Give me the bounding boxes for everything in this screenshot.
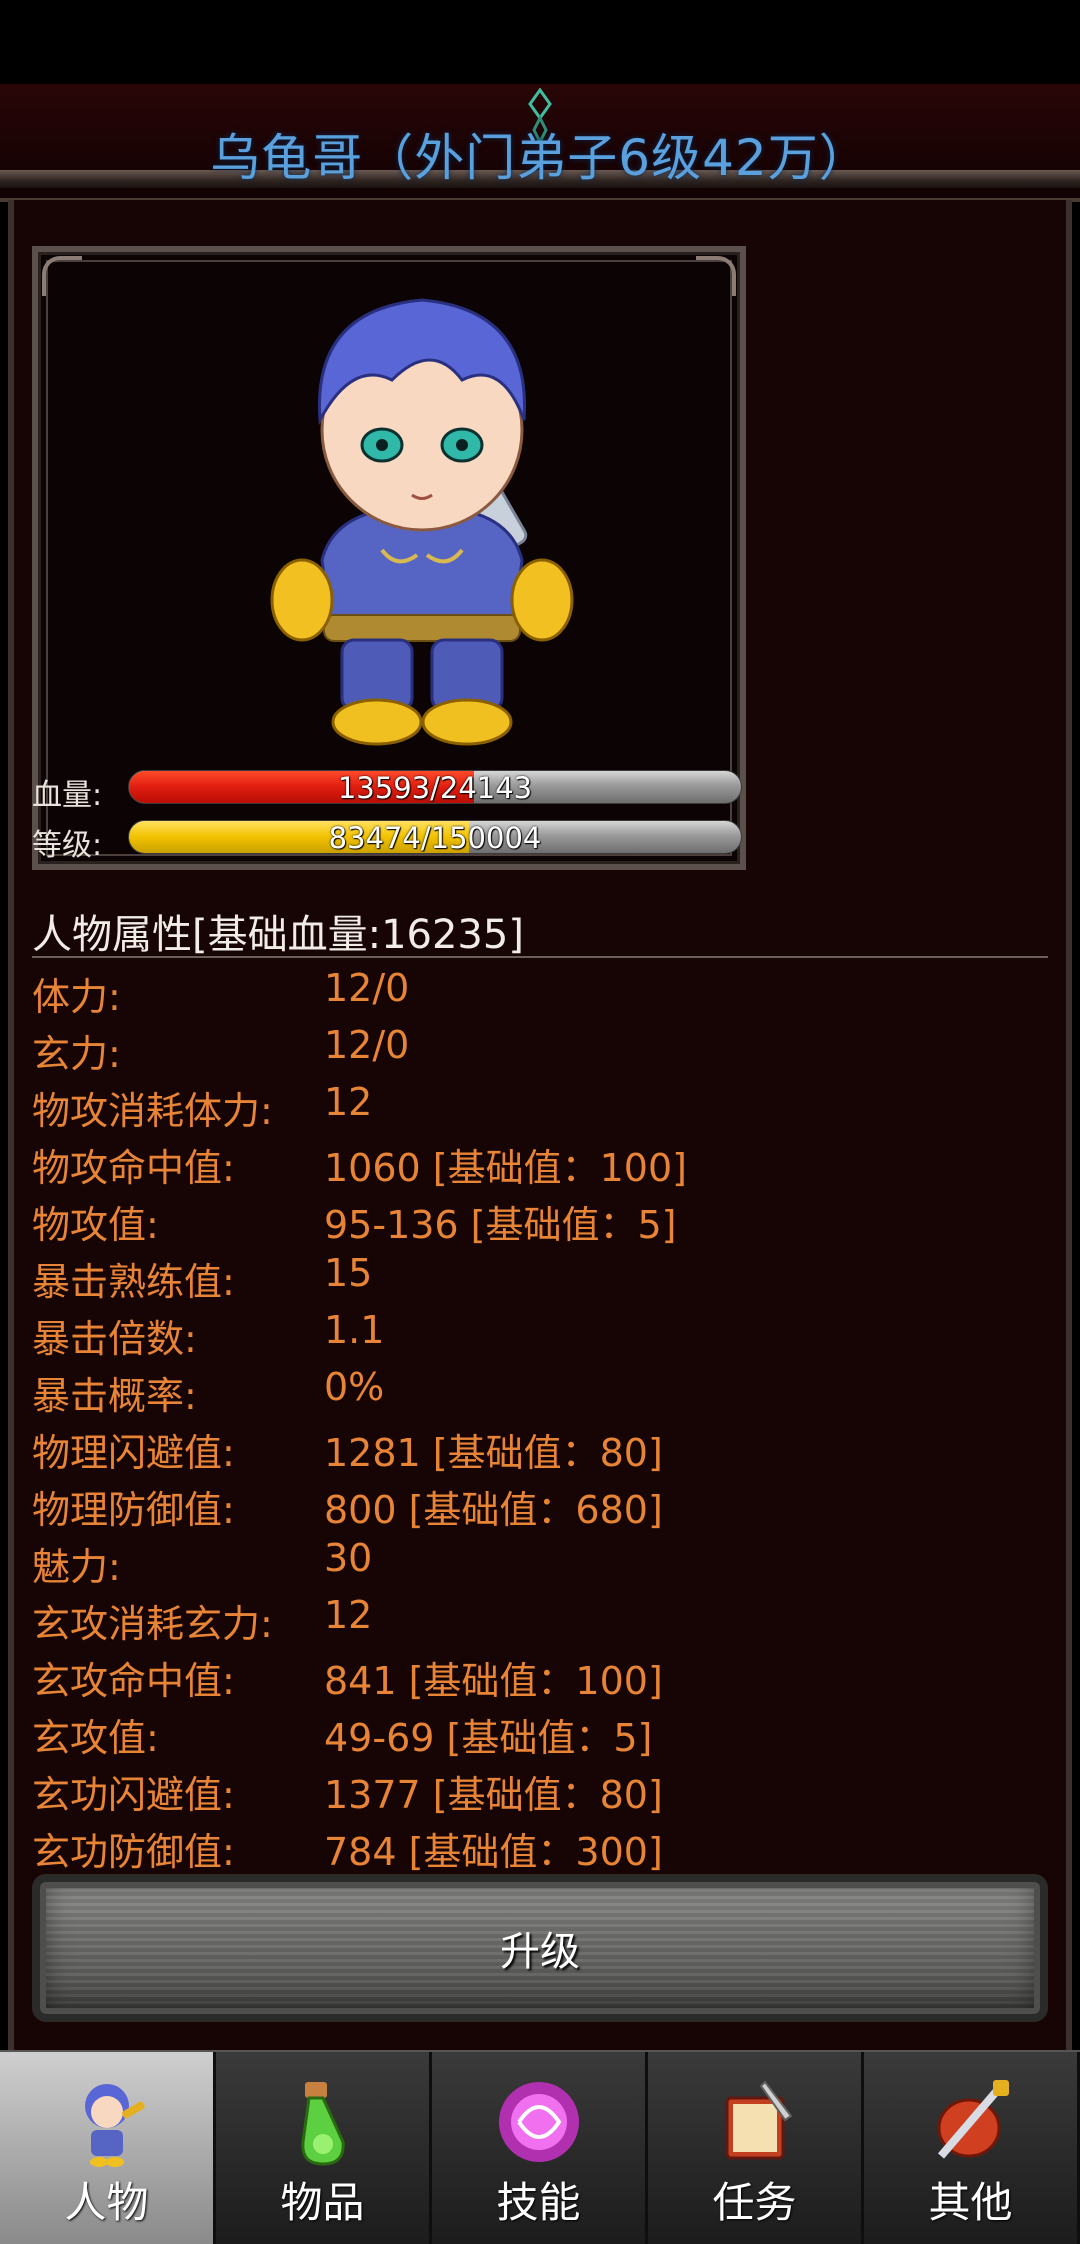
- status-bar: [0, 0, 1080, 84]
- attribute-row: 玄功防御值: 784 [基础值：300]: [32, 1817, 1048, 1874]
- attribute-label: 暴击倍数:: [32, 1317, 197, 1361]
- attribute-label: 玄攻值:: [32, 1716, 159, 1760]
- attribute-row: 玄攻值: 49-69 [基础值：5]: [32, 1703, 1048, 1760]
- attribute-row: 魅力: 30: [32, 1532, 1048, 1589]
- attribute-value: 12: [324, 1593, 373, 1637]
- hp-value: 13593/24143: [337, 771, 533, 804]
- attribute-row: 暴击概率: 0%: [32, 1361, 1048, 1418]
- level-bar-row: 等级: 83474/150004: [32, 818, 746, 863]
- exp-value: 83474/150004: [328, 821, 542, 854]
- tab-character[interactable]: 人物: [0, 2052, 216, 2244]
- page-title: 乌龟哥（外门弟子6级42万）: [210, 129, 870, 187]
- frame-corner-decoration: [42, 256, 82, 296]
- attribute-row: 玄力: 12/0: [32, 1019, 1048, 1076]
- attribute-value: 784 [基础值：300]: [324, 1830, 663, 1874]
- upgrade-button[interactable]: 升级: [32, 1874, 1048, 2022]
- attribute-row: 暴击熟练值: 15: [32, 1247, 1048, 1304]
- attribute-label: 玄功闪避值:: [32, 1773, 235, 1817]
- attribute-label: 体力:: [32, 975, 121, 1019]
- character-avatar: [270, 298, 574, 746]
- attribute-value: 12/0: [324, 966, 410, 1010]
- attribute-label: 暴击概率:: [32, 1374, 197, 1418]
- attribute-value: 0%: [324, 1365, 385, 1409]
- attribute-row: 物攻值: 95-136 [基础值：5]: [32, 1190, 1048, 1247]
- tab-label: 其他: [928, 2178, 1013, 2227]
- attribute-value: 30: [324, 1536, 373, 1580]
- attribute-value: 1281 [基础值：80]: [324, 1431, 663, 1475]
- attribute-row: 体力: 12/0: [32, 962, 1048, 1019]
- attribute-label: 物攻命中值:: [32, 1146, 235, 1190]
- attribute-value: 800 [基础值：680]: [324, 1488, 663, 1532]
- attribute-value: 15: [324, 1251, 373, 1295]
- attribute-row: 玄攻消耗玄力: 12: [32, 1589, 1048, 1646]
- attribute-value: 1060 [基础值：100]: [324, 1146, 687, 1190]
- attribute-row: 玄攻命中值: 841 [基础值：100]: [32, 1646, 1048, 1703]
- tab-skills[interactable]: 技能: [432, 2052, 648, 2244]
- attribute-label: 魅力:: [32, 1545, 121, 1589]
- tab-label: 任务: [712, 2178, 797, 2227]
- attribute-label: 物理闪避值:: [32, 1431, 235, 1475]
- attribute-value: 95-136 [基础值：5]: [324, 1203, 677, 1247]
- tab-label: 人物: [64, 2178, 149, 2227]
- hp-bar-row: 血量: 13593/24143: [32, 768, 746, 813]
- bottom-tab-bar: 人物 物品 技能 任务 其他: [0, 2050, 1080, 2244]
- attributes-header: 人物属性[基础血量:16235]: [32, 912, 524, 958]
- level-label: 等级:: [32, 828, 103, 863]
- attribute-value: 12/0: [324, 1023, 410, 1067]
- attribute-label: 玄攻命中值:: [32, 1659, 235, 1703]
- attribute-value: 1377 [基础值：80]: [324, 1773, 663, 1817]
- hp-bar: 13593/24143: [128, 770, 742, 804]
- attribute-label: 暴击熟练值:: [32, 1260, 235, 1304]
- hp-label: 血量:: [32, 778, 103, 813]
- tab-other[interactable]: 其他: [864, 2052, 1080, 2244]
- attribute-value: 12: [324, 1080, 373, 1124]
- tab-items[interactable]: 物品: [216, 2052, 432, 2244]
- quest-book-icon: [725, 2080, 792, 2160]
- tab-quests[interactable]: 任务: [648, 2052, 864, 2244]
- attribute-label: 玄攻消耗玄力:: [32, 1602, 273, 1646]
- tab-label: 物品: [280, 2178, 365, 2227]
- frame-corner-decoration: [696, 256, 736, 296]
- character-icon: [84, 2084, 145, 2167]
- attribute-value: 841 [基础值：100]: [324, 1659, 663, 1703]
- attribute-label: 物理防御值:: [32, 1488, 235, 1532]
- attribute-row: 暴击倍数: 1.1: [32, 1304, 1048, 1361]
- sword-shield-icon: [937, 2080, 1009, 2159]
- exp-bar: 83474/150004: [128, 820, 742, 854]
- attribute-list: 体力: 12/0 玄力: 12/0 物攻消耗体力: 12 物攻命中值: 1060 [基础值：1…: [32, 962, 1048, 1874]
- skill-orb-icon: [498, 2082, 579, 2162]
- attribute-row: 物攻命中值: 1060 [基础值：100]: [32, 1133, 1048, 1190]
- attribute-label: 玄功防御值:: [32, 1830, 235, 1874]
- divider: [32, 956, 1048, 958]
- attribute-value: 1.1: [324, 1308, 385, 1352]
- attribute-row: 物理防御值: 800 [基础值：680]: [32, 1475, 1048, 1532]
- potion-icon: [300, 2082, 345, 2166]
- attribute-row: 物理闪避值: 1281 [基础值：80]: [32, 1418, 1048, 1475]
- attribute-row: 物攻消耗体力: 12: [32, 1076, 1048, 1133]
- tab-label: 技能: [496, 2178, 581, 2227]
- attribute-value: 49-69 [基础值：5]: [324, 1716, 653, 1760]
- attribute-row: 玄功闪避值: 1377 [基础值：80]: [32, 1760, 1048, 1817]
- attribute-label: 玄力:: [32, 1032, 121, 1076]
- upgrade-button-label: 升级: [500, 1929, 580, 1975]
- attribute-label: 物攻消耗体力:: [32, 1089, 273, 1133]
- attribute-label: 物攻值:: [32, 1203, 159, 1247]
